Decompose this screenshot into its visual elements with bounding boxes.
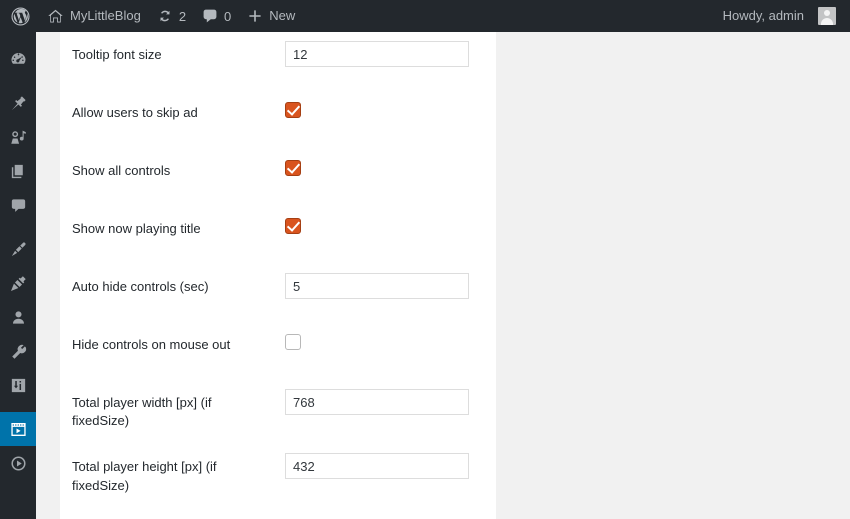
updates-menu[interactable]: 2 bbox=[149, 0, 194, 32]
form-row: Total player width [px] (if fixedSize) bbox=[60, 380, 496, 444]
form-row: Tooltip font size bbox=[60, 32, 496, 90]
sidebar-item-users[interactable] bbox=[0, 300, 36, 334]
site-name-menu[interactable]: MyLittleBlog bbox=[39, 0, 149, 32]
media-music-icon bbox=[9, 128, 28, 147]
admin-bar: MyLittleBlog 2 0 New Howdy, admin bbox=[0, 0, 850, 32]
wordpress-logo-icon bbox=[11, 6, 30, 26]
wp-body: Tooltip font size Allow users to skip ad… bbox=[36, 32, 850, 519]
settings-form-panel: Tooltip font size Allow users to skip ad… bbox=[60, 32, 496, 519]
site-name-label: MyLittleBlog bbox=[70, 8, 141, 23]
field-label: Show all controls bbox=[72, 163, 171, 178]
avatar-icon bbox=[818, 7, 836, 25]
comment-bubble-icon bbox=[9, 196, 28, 215]
total-player-width-input[interactable] bbox=[285, 389, 469, 415]
updates-icon bbox=[157, 8, 173, 24]
sidebar-item-pages[interactable] bbox=[0, 154, 36, 188]
form-row: Total player height [px] (if fixedSize) bbox=[60, 444, 496, 508]
pushpin-icon bbox=[9, 94, 28, 113]
field-label: Allow users to skip ad bbox=[72, 105, 198, 120]
field-control bbox=[275, 444, 496, 508]
field-label: Tooltip font size bbox=[72, 47, 162, 62]
menu-spacer-top bbox=[0, 32, 36, 42]
menu-spacer-1 bbox=[0, 76, 36, 86]
form-row: Show all controls bbox=[60, 148, 496, 206]
comments-count: 0 bbox=[224, 8, 232, 24]
new-label: New bbox=[269, 8, 296, 23]
pages-icon bbox=[9, 162, 28, 181]
sidebar-item-appearance[interactable] bbox=[0, 232, 36, 266]
auto-hide-controls-input[interactable] bbox=[285, 273, 469, 299]
allow-skip-ad-checkbox[interactable] bbox=[285, 102, 301, 118]
paintbrush-icon bbox=[9, 240, 28, 259]
sidebar-item-posts[interactable] bbox=[0, 86, 36, 120]
field-control bbox=[275, 90, 496, 148]
comment-bubble-icon bbox=[202, 8, 218, 24]
sidebar-item-media-player[interactable] bbox=[0, 446, 36, 480]
sliders-icon bbox=[9, 376, 28, 395]
wp-logo-button[interactable] bbox=[0, 0, 39, 32]
home-icon bbox=[47, 8, 64, 25]
field-control bbox=[275, 32, 496, 90]
field-control bbox=[275, 206, 496, 264]
menu-spacer-3 bbox=[0, 402, 36, 412]
form-row: Allow users to skip ad bbox=[60, 90, 496, 148]
sidebar-item-media[interactable] bbox=[0, 120, 36, 154]
sidebar-item-plugins[interactable] bbox=[0, 266, 36, 300]
field-control bbox=[275, 322, 496, 380]
sidebar-item-comments[interactable] bbox=[0, 188, 36, 222]
total-player-height-input[interactable] bbox=[285, 453, 469, 480]
field-label: Total player height [px] (if fixedSize) bbox=[72, 459, 217, 493]
show-now-playing-title-checkbox[interactable] bbox=[285, 218, 301, 234]
plug-icon bbox=[9, 274, 28, 293]
sidebar-item-dashboard[interactable] bbox=[0, 42, 36, 76]
my-account-menu[interactable]: Howdy, admin bbox=[715, 0, 850, 32]
sidebar-item-video-player[interactable] bbox=[0, 412, 44, 446]
dashboard-gauge-icon bbox=[9, 50, 28, 69]
wrench-icon bbox=[9, 342, 28, 361]
hide-controls-on-mouse-out-checkbox[interactable] bbox=[285, 334, 301, 350]
settings-form-table: Tooltip font size Allow users to skip ad… bbox=[60, 32, 496, 509]
field-control bbox=[275, 380, 496, 444]
video-player-icon bbox=[9, 420, 28, 439]
menu-spacer-2 bbox=[0, 222, 36, 232]
form-row: Show now playing title bbox=[60, 206, 496, 264]
sidebar-item-tools[interactable] bbox=[0, 334, 36, 368]
sidebar-item-settings[interactable] bbox=[0, 368, 36, 402]
form-row: Hide controls on mouse out bbox=[60, 322, 496, 380]
field-control bbox=[275, 264, 496, 322]
user-icon bbox=[9, 308, 28, 327]
updates-count: 2 bbox=[178, 8, 187, 24]
plus-icon bbox=[247, 8, 263, 24]
new-content-menu[interactable]: New bbox=[239, 0, 303, 32]
tooltip-font-size-input[interactable] bbox=[285, 41, 469, 67]
howdy-label: Howdy, admin bbox=[722, 8, 804, 23]
field-label: Auto hide controls (sec) bbox=[72, 279, 209, 294]
field-control bbox=[275, 148, 496, 206]
comments-menu[interactable]: 0 bbox=[194, 0, 239, 32]
field-label: Hide controls on mouse out bbox=[72, 337, 231, 352]
field-label: Show now playing title bbox=[72, 221, 201, 236]
form-row: Auto hide controls (sec) bbox=[60, 264, 496, 322]
play-circle-icon bbox=[9, 454, 28, 473]
show-all-controls-checkbox[interactable] bbox=[285, 160, 301, 176]
admin-sidebar-menu bbox=[0, 32, 44, 519]
field-label: Total player width [px] (if fixedSize) bbox=[72, 395, 212, 429]
